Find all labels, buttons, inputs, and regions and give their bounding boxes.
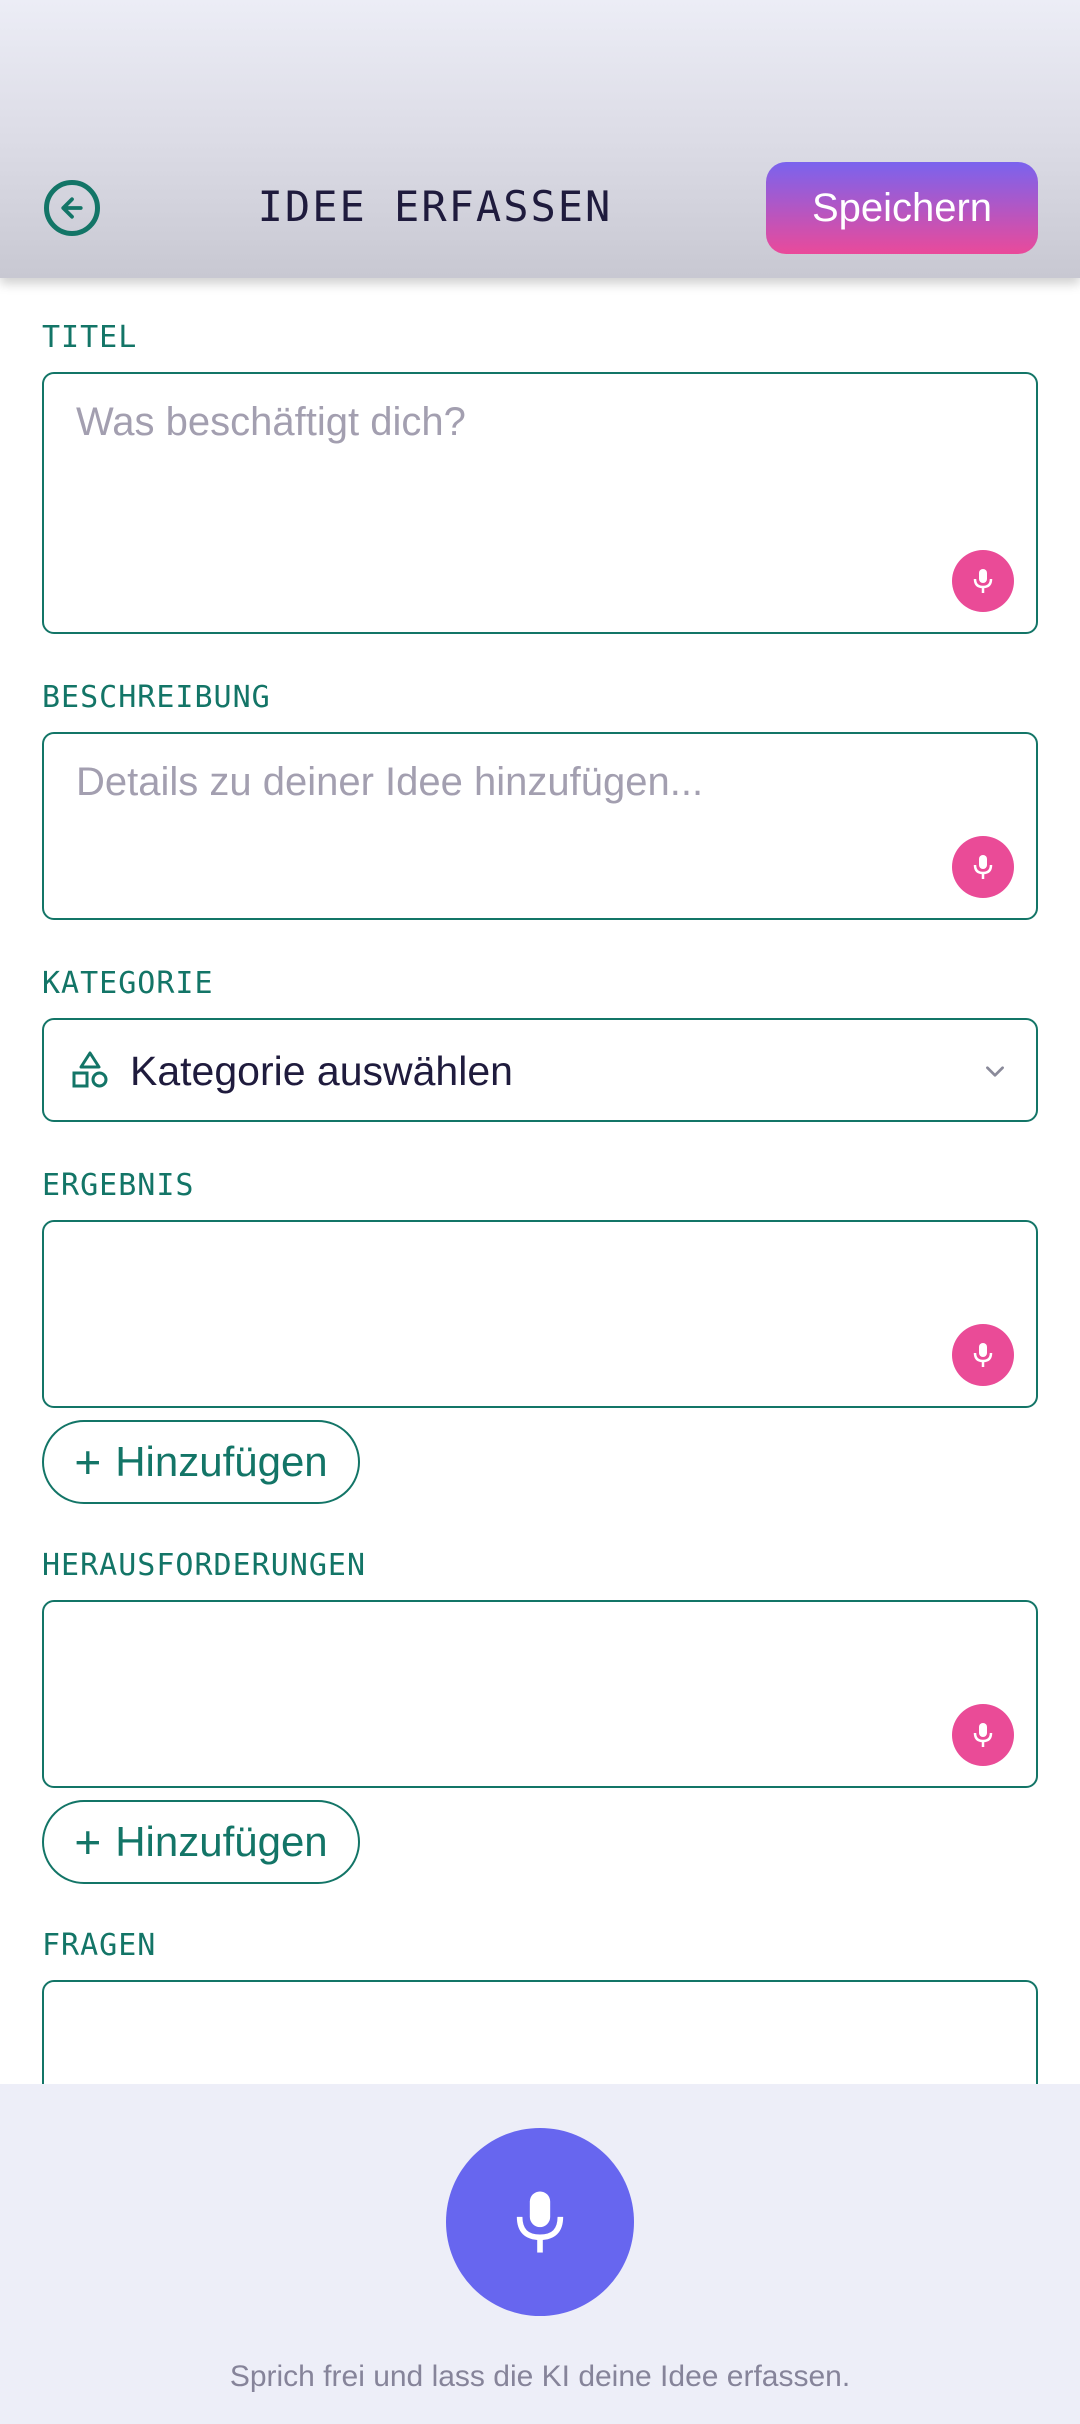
page-title: IDEE ERFASSEN [257, 182, 613, 231]
herausforderungen-add-button[interactable]: + Hinzufügen [42, 1800, 360, 1884]
herausforderungen-add-label: Hinzufügen [115, 1818, 328, 1865]
kategorie-label: KATEGORIE [42, 966, 214, 1001]
save-button[interactable]: Speichern [766, 162, 1038, 254]
ergebnis-input[interactable] [42, 1220, 1038, 1408]
shapes-icon [72, 1051, 108, 1088]
microphone-icon [516, 2191, 564, 2253]
titel-input[interactable]: Was beschäftigt dich? [42, 372, 1038, 634]
ergebnis-add-label: Hinzufügen [115, 1438, 328, 1485]
kategorie-value: Kategorie auswählen [130, 1048, 513, 1094]
chevron-down-icon [986, 1066, 1004, 1077]
plus-icon: + [74, 1436, 102, 1488]
microphone-icon [973, 855, 993, 879]
voice-hint-text: Sprich frei und lass die KI deine Idee e… [229, 2360, 851, 2393]
herausforderungen-label: HERAUSFORDERUNGEN [42, 1548, 367, 1583]
herausforderungen-input[interactable] [42, 1600, 1038, 1788]
kategorie-select[interactable]: Kategorie auswählen [42, 1018, 1038, 1122]
plus-icon: + [74, 1816, 102, 1868]
beschreibung-placeholder: Details zu deiner Idee hinzufügen... [76, 760, 704, 804]
beschreibung-mic-button[interactable] [952, 836, 1014, 898]
voice-record-button[interactable] [446, 2128, 634, 2316]
titel-label: TITEL [42, 320, 138, 355]
microphone-icon [973, 569, 993, 593]
voice-capture-panel: Sprich frei und lass die KI deine Idee e… [0, 2084, 1080, 2424]
ergebnis-label: ERGEBNIS [42, 1168, 195, 1203]
app-header: IDEE ERFASSEN Speichern [0, 0, 1080, 278]
ergebnis-add-button[interactable]: + Hinzufügen [42, 1420, 360, 1504]
microphone-icon [973, 1343, 993, 1367]
herausforderungen-mic-button[interactable] [952, 1704, 1014, 1766]
beschreibung-label: BESCHREIBUNG [42, 680, 271, 715]
titel-placeholder: Was beschäftigt dich? [76, 400, 466, 444]
microphone-icon [973, 1723, 993, 1747]
fragen-label: FRAGEN [42, 1928, 157, 1963]
ergebnis-mic-button[interactable] [952, 1324, 1014, 1386]
beschreibung-input[interactable]: Details zu deiner Idee hinzufügen... [42, 732, 1038, 920]
titel-mic-button[interactable] [952, 550, 1014, 612]
